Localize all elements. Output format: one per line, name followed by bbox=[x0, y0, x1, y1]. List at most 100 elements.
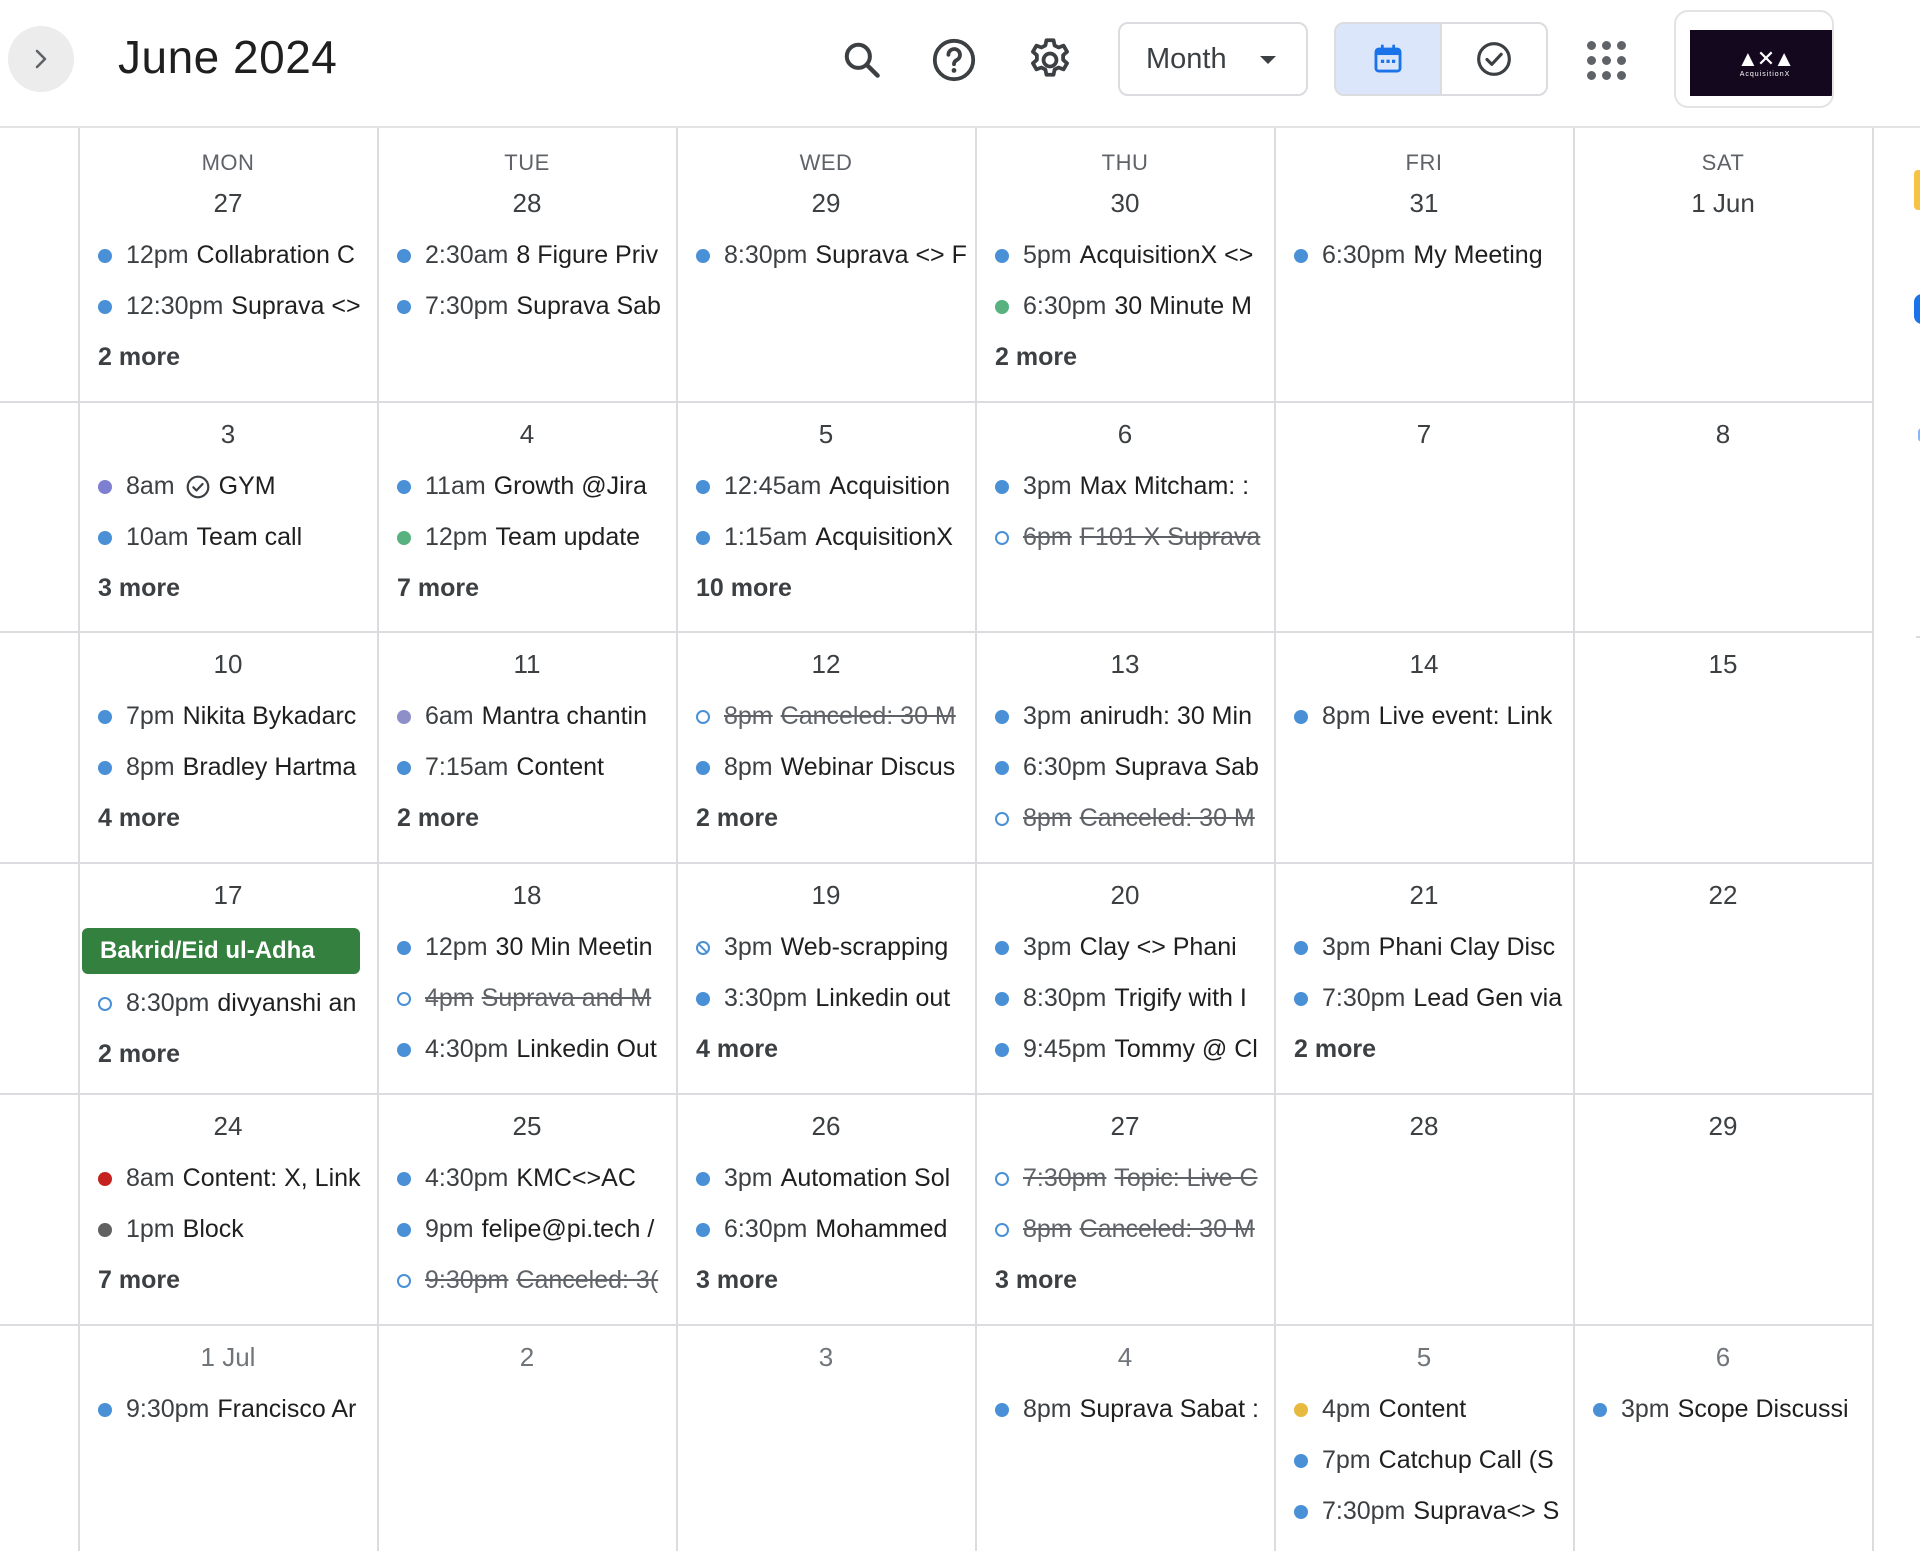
event-chip[interactable]: 9:30pm Canceled: 3( bbox=[379, 1255, 675, 1306]
event-chip[interactable]: 7:30pm Lead Gen via bbox=[1276, 973, 1572, 1024]
day-number[interactable]: 29 bbox=[1575, 1111, 1871, 1141]
event-chip[interactable]: 9:45pm Tommy @ Cl bbox=[977, 1024, 1273, 1075]
event-chip[interactable]: 8pm Bradley Hartma bbox=[80, 742, 376, 793]
day-cell[interactable]: 20 3pm Clay <> Phani 8:30pm Trigify with I 9:… bbox=[977, 864, 1273, 1093]
day-number[interactable]: 1 Jul bbox=[80, 1342, 376, 1372]
day-number[interactable]: 24 bbox=[80, 1111, 376, 1141]
day-cell[interactable]: 3 bbox=[678, 1326, 974, 1551]
event-chip[interactable]: 3pm Clay <> Phani bbox=[977, 922, 1273, 973]
more-events-link[interactable]: 2 more bbox=[977, 332, 1273, 383]
event-chip[interactable]: 8pm Webinar Discus bbox=[678, 742, 974, 793]
day-cell[interactable]: 1 Jul 9:30pm Francisco Ar bbox=[80, 1326, 376, 1551]
keep-icon[interactable] bbox=[1914, 170, 1920, 210]
event-chip[interactable]: 9:30pm Francisco Ar bbox=[80, 1384, 376, 1435]
day-cell[interactable]: 3 8am GYM 10am Team call 3 more bbox=[80, 403, 376, 631]
settings-button[interactable] bbox=[1020, 30, 1080, 90]
event-chip[interactable]: 7pm Catchup Call (S bbox=[1276, 1435, 1572, 1486]
day-number[interactable]: 18 bbox=[379, 880, 675, 910]
tasks-view-button[interactable] bbox=[1442, 24, 1546, 94]
day-number[interactable]: 31 bbox=[1276, 188, 1572, 218]
day-cell[interactable]: MON 27 12pm Collabration C 12:30pm Suprava <>… bbox=[80, 128, 376, 401]
day-number[interactable]: 27 bbox=[80, 188, 376, 218]
event-chip[interactable]: 8am GYM bbox=[80, 461, 376, 512]
day-number[interactable]: 2 bbox=[379, 1342, 675, 1372]
day-number[interactable]: 19 bbox=[678, 880, 974, 910]
day-number[interactable]: 3 bbox=[80, 419, 376, 449]
day-cell[interactable]: 5 12:45am Acquisition 1:15am AcquisitionX 10 … bbox=[678, 403, 974, 631]
event-chip[interactable]: 3pm Scope Discussi bbox=[1575, 1384, 1871, 1435]
event-chip[interactable]: 12:30pm Suprava <> bbox=[80, 281, 376, 332]
day-number[interactable]: 6 bbox=[977, 419, 1273, 449]
event-chip[interactable]: 2:30am 8 Figure Priv bbox=[379, 230, 675, 281]
event-chip[interactable]: 3:30pm Linkedin out bbox=[678, 973, 974, 1024]
search-button[interactable] bbox=[832, 30, 892, 90]
event-chip[interactable]: 4:30pm KMC<>AC bbox=[379, 1153, 675, 1204]
day-cell[interactable]: WED 29 8:30pm Suprava <> F bbox=[678, 128, 974, 401]
day-cell[interactable]: 26 3pm Automation Sol 6:30pm Mohammed 3 more bbox=[678, 1095, 974, 1324]
more-events-link[interactable]: 2 more bbox=[80, 332, 376, 383]
day-number[interactable]: 8 bbox=[1575, 419, 1871, 449]
day-cell[interactable]: 7 bbox=[1276, 403, 1572, 631]
day-cell[interactable]: 15 bbox=[1575, 633, 1871, 862]
event-chip[interactable]: 8am Content: X, Link bbox=[80, 1153, 376, 1204]
day-number[interactable]: 26 bbox=[678, 1111, 974, 1141]
day-cell[interactable]: 27 7:30pm Topic: Live C 8pm Canceled: 30 M3 … bbox=[977, 1095, 1273, 1324]
event-chip[interactable]: 12pm Team update bbox=[379, 512, 675, 563]
more-events-link[interactable]: 4 more bbox=[80, 793, 376, 844]
day-cell[interactable]: 2 bbox=[379, 1326, 675, 1551]
event-chip[interactable]: 7:30pm Suprava Sab bbox=[379, 281, 675, 332]
event-chip[interactable]: 6:30pm My Meeting bbox=[1276, 230, 1572, 281]
day-cell[interactable]: 8 bbox=[1575, 403, 1871, 631]
event-chip[interactable]: 11am Growth @Jira bbox=[379, 461, 675, 512]
day-number[interactable]: 5 bbox=[1276, 1342, 1572, 1372]
day-cell[interactable]: 5 4pm Content 7pm Catchup Call (S 7:30pm Supra… bbox=[1276, 1326, 1572, 1551]
day-cell[interactable]: 28 bbox=[1276, 1095, 1572, 1324]
day-number[interactable]: 12 bbox=[678, 649, 974, 679]
next-month-button[interactable] bbox=[8, 26, 74, 92]
day-number[interactable]: 21 bbox=[1276, 880, 1572, 910]
day-cell[interactable]: THU 30 5pm AcquisitionX <> 6:30pm 30 Minute M… bbox=[977, 128, 1273, 401]
day-number[interactable]: 3 bbox=[678, 1342, 974, 1372]
day-cell[interactable]: 24 8am Content: X, Link 1pm Block 7 more bbox=[80, 1095, 376, 1324]
day-number[interactable]: 14 bbox=[1276, 649, 1572, 679]
day-number[interactable]: 15 bbox=[1575, 649, 1871, 679]
event-chip[interactable]: 1:15am AcquisitionX bbox=[678, 512, 974, 563]
day-cell[interactable]: 21 3pm Phani Clay Disc 7:30pm Lead Gen via 2 … bbox=[1276, 864, 1572, 1093]
day-cell[interactable]: 4 11am Growth @Jira 12pm Team update 7 more bbox=[379, 403, 675, 631]
day-cell[interactable]: 6 3pm Max Mitcham: :6pm F101 X Suprava bbox=[977, 403, 1273, 631]
event-chip[interactable]: 12pm 30 Min Meetin bbox=[379, 922, 675, 973]
event-chip[interactable]: 4pm Suprava and M bbox=[379, 973, 675, 1024]
event-chip[interactable]: 6:30pm Suprava Sab bbox=[977, 742, 1273, 793]
day-cell[interactable]: 19 3pm Web-scrapping 3:30pm Linkedin out 4 mo… bbox=[678, 864, 974, 1093]
day-cell[interactable]: SAT 1 Jun bbox=[1575, 128, 1871, 401]
day-cell[interactable]: 22 bbox=[1575, 864, 1871, 1093]
day-cell[interactable]: TUE 28 2:30am 8 Figure Priv 7:30pm Suprava Sa… bbox=[379, 128, 675, 401]
event-chip[interactable]: 7pm Nikita Bykadarc bbox=[80, 691, 376, 742]
day-number[interactable]: 11 bbox=[379, 649, 675, 679]
event-chip[interactable]: 8pm Canceled: 30 M bbox=[977, 1204, 1273, 1255]
day-number[interactable]: 4 bbox=[379, 419, 675, 449]
event-chip[interactable]: 6pm F101 X Suprava bbox=[977, 512, 1273, 563]
event-chip[interactable]: 8pm Live event: Link bbox=[1276, 691, 1572, 742]
day-cell[interactable]: 4 8pm Suprava Sabat : bbox=[977, 1326, 1273, 1551]
all-day-event[interactable]: Bakrid/Eid ul-Adha bbox=[82, 928, 360, 974]
more-events-link[interactable]: 3 more bbox=[678, 1255, 974, 1306]
event-chip[interactable]: 1pm Block bbox=[80, 1204, 376, 1255]
day-cell[interactable]: 14 8pm Live event: Link bbox=[1276, 633, 1572, 862]
day-cell[interactable]: 10 7pm Nikita Bykadarc 8pm Bradley Hartma 4 m… bbox=[80, 633, 376, 862]
day-number[interactable]: 28 bbox=[379, 188, 675, 218]
event-chip[interactable]: 8:30pm Suprava <> F bbox=[678, 230, 974, 281]
day-cell[interactable]: 6 3pm Scope Discussi bbox=[1575, 1326, 1871, 1551]
event-chip[interactable]: 6:30pm Mohammed bbox=[678, 1204, 974, 1255]
event-chip[interactable]: 8:30pm divyanshi an bbox=[80, 978, 376, 1029]
event-chip[interactable]: 8pm Canceled: 30 M bbox=[977, 793, 1273, 844]
more-events-link[interactable]: 7 more bbox=[379, 563, 675, 614]
account-switcher[interactable]: ▲✕▲ AcquisitionX bbox=[1674, 10, 1834, 108]
event-chip[interactable]: 6am Mantra chantin bbox=[379, 691, 675, 742]
event-chip[interactable]: 8pm Canceled: 30 M bbox=[678, 691, 974, 742]
day-number[interactable]: 29 bbox=[678, 188, 974, 218]
event-chip[interactable]: 3pm Phani Clay Disc bbox=[1276, 922, 1572, 973]
event-chip[interactable]: 3pm Automation Sol bbox=[678, 1153, 974, 1204]
day-number[interactable]: 22 bbox=[1575, 880, 1871, 910]
more-events-link[interactable]: 2 more bbox=[1276, 1024, 1572, 1075]
